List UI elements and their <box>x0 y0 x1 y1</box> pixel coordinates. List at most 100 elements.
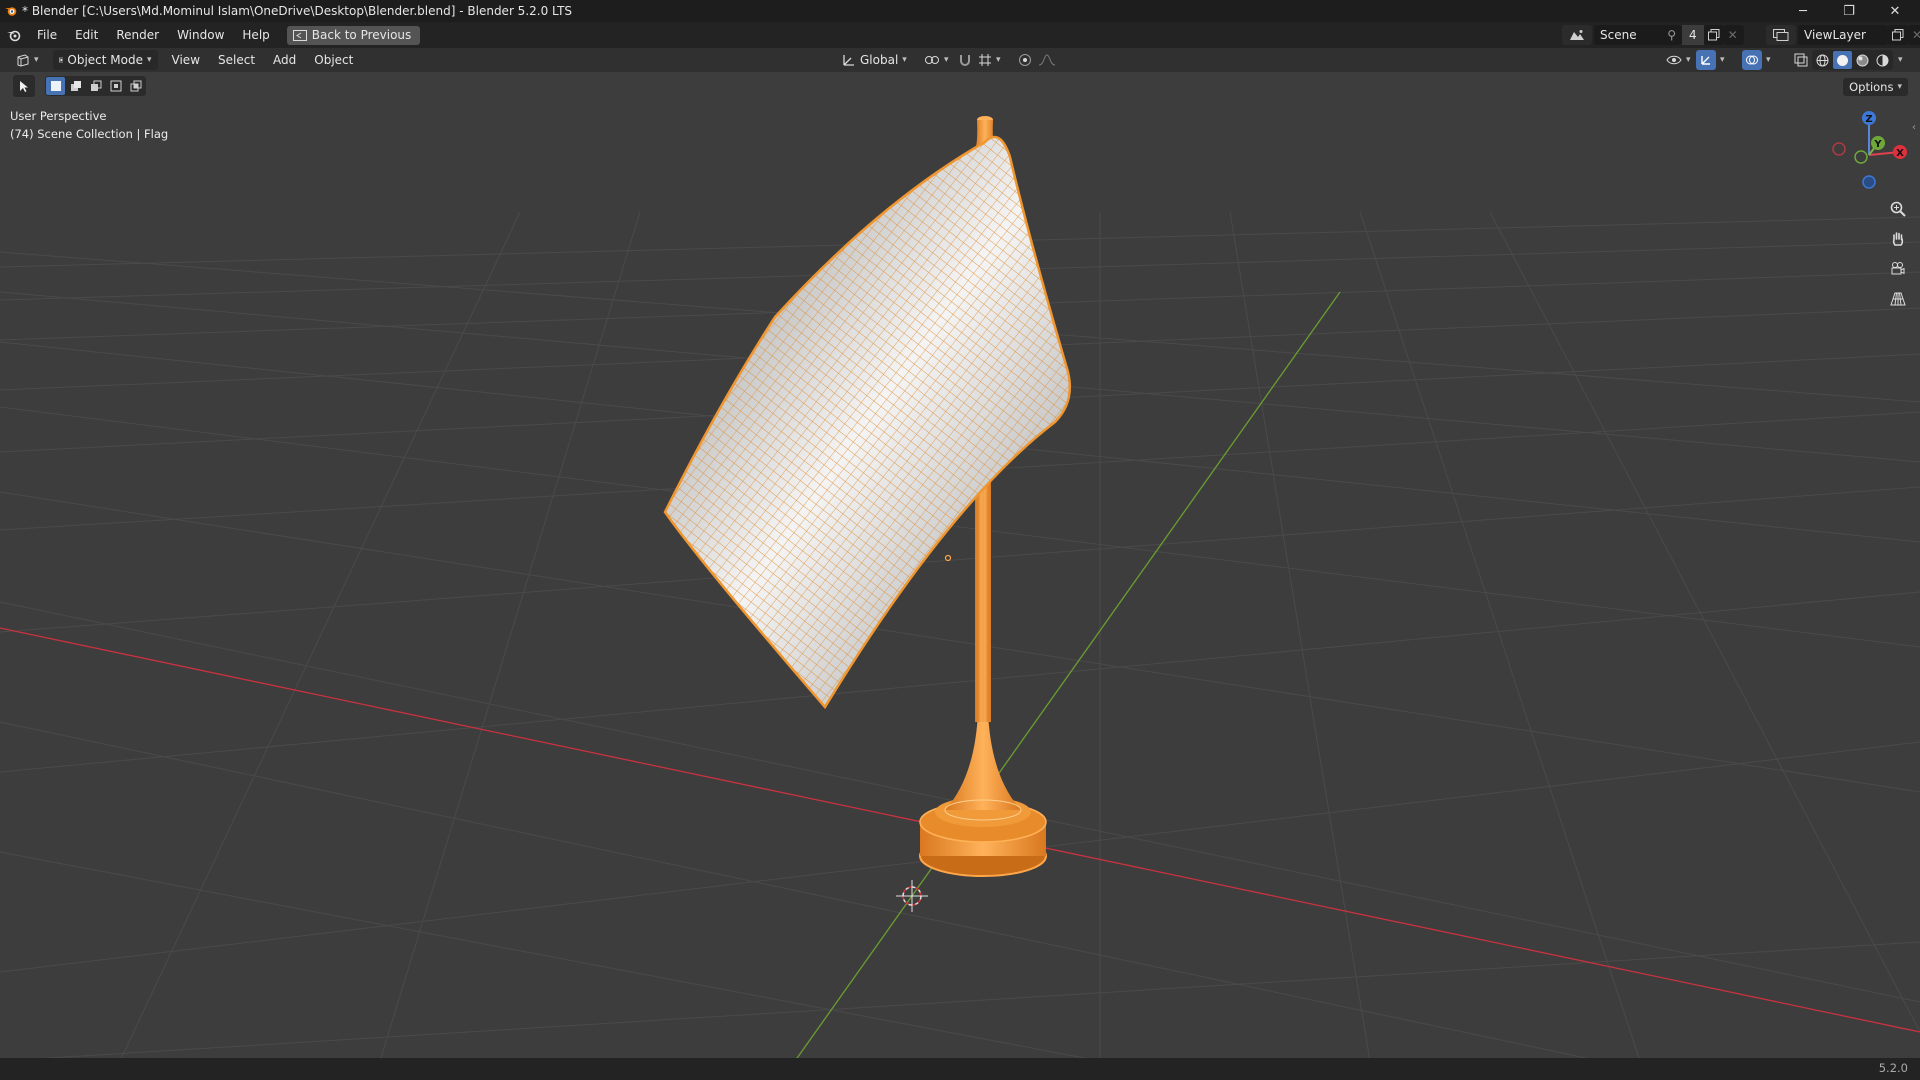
rendered-shading-button[interactable] <box>1873 51 1892 69</box>
mode-dropdown[interactable]: Object Mode ▾ <box>52 50 158 70</box>
mode-label: Object Mode <box>67 53 143 67</box>
solid-shading-button[interactable] <box>1833 51 1852 69</box>
proportional-edit-icon <box>1019 54 1031 66</box>
viewport-perspective-label: User Perspective <box>10 109 107 123</box>
version-label: 5.2.0 <box>1878 1061 1908 1075</box>
pivot-point-dropdown[interactable]: ▾ <box>918 50 955 70</box>
scene-name-field[interactable]: Scene ⚲ <box>1594 25 1682 45</box>
select-intersect-button[interactable] <box>126 77 145 95</box>
select-subtract-button[interactable] <box>86 77 105 95</box>
select-tool-button[interactable] <box>13 75 35 97</box>
select-intersect-icon <box>130 80 141 92</box>
selection-mode-group <box>45 76 146 96</box>
visibility-dropdown[interactable]: ▾ <box>1660 50 1697 70</box>
gizmo-toggle[interactable] <box>1696 50 1716 70</box>
gizmo-neg-x-handle[interactable] <box>1832 142 1846 156</box>
duplicate-icon <box>1707 29 1720 41</box>
maximize-button[interactable]: ❐ <box>1826 0 1872 22</box>
transform-orientation-dropdown[interactable]: Global ▾ <box>836 50 913 70</box>
xray-toggle[interactable] <box>1788 50 1814 70</box>
x-icon: ✕ <box>1912 28 1920 42</box>
camera-view-button[interactable] <box>1886 257 1910 281</box>
blender-logo-icon <box>0 0 22 22</box>
gizmo-dropdown-chevron-icon[interactable]: ▾ <box>1718 50 1727 70</box>
overlays-toggle[interactable] <box>1742 50 1762 70</box>
hand-icon <box>1892 232 1904 246</box>
viewport-scene <box>0 116 1920 1061</box>
3d-cursor[interactable] <box>896 880 928 912</box>
shading-dropdown-chevron-icon[interactable]: ▾ <box>1896 50 1905 70</box>
pin-icon[interactable]: ⚲ <box>1667 28 1676 42</box>
view-layer-selector: ViewLayer ✕ <box>1766 25 1920 45</box>
select-set-new-button[interactable] <box>46 77 65 95</box>
blender-menu-icon[interactable] <box>0 22 28 48</box>
menu-window[interactable]: Window <box>168 22 233 48</box>
proportional-falloff-dropdown[interactable] <box>1032 50 1062 70</box>
minimize-button[interactable]: ─ <box>1780 0 1826 22</box>
rendered-sphere-icon <box>1876 54 1889 66</box>
menu-object[interactable]: Object <box>308 50 359 70</box>
select-invert-icon <box>110 80 121 92</box>
shading-mode-group <box>1812 50 1893 70</box>
overlays-dropdown-chevron-icon[interactable]: ▾ <box>1764 50 1773 70</box>
magnet-icon <box>960 55 970 66</box>
minimize-icon: ─ <box>1799 3 1807 19</box>
wireframe-shading-button[interactable] <box>1813 51 1832 69</box>
select-new-icon <box>50 81 61 91</box>
gizmo-neg-y-handle[interactable] <box>1854 150 1868 164</box>
back-to-previous-button[interactable]: Back to Previous <box>286 25 421 45</box>
back-to-previous-label: Back to Previous <box>311 28 412 42</box>
status-bar: 5.2.0 <box>0 1058 1920 1080</box>
wireframe-sphere-icon <box>1816 54 1829 66</box>
restore-icon: ❐ <box>1843 3 1855 19</box>
perspective-toggle-button[interactable] <box>1886 287 1910 311</box>
render-layers-icon <box>1773 29 1789 41</box>
view-layer-browse-button[interactable] <box>1766 25 1796 45</box>
menu-file[interactable]: File <box>28 22 66 48</box>
gizmo-neg-z-handle[interactable] <box>1862 175 1876 189</box>
editor-type-button[interactable]: ▾ <box>10 50 45 70</box>
object-mode-icon <box>58 57 64 63</box>
options-dropdown[interactable]: Options ▾ <box>1843 78 1908 96</box>
zoom-view-button[interactable] <box>1886 197 1910 221</box>
gizmo-z-label: Z <box>1865 114 1872 125</box>
menu-edit[interactable]: Edit <box>66 22 107 48</box>
gizmo-x-label: X <box>1896 148 1904 159</box>
chevron-down-icon: ▾ <box>1897 82 1902 92</box>
navigation-gizmo[interactable]: Z X Y <box>1828 108 1920 194</box>
new-scene-button[interactable] <box>1703 25 1724 45</box>
options-label: Options <box>1849 80 1894 94</box>
orientation-label: Global <box>860 53 899 67</box>
snap-increment-icon <box>979 54 991 66</box>
menu-help[interactable]: Help <box>233 22 278 48</box>
material-shading-button[interactable] <box>1853 51 1872 69</box>
menu-render[interactable]: Render <box>107 22 168 48</box>
delete-scene-button[interactable]: ✕ <box>1723 25 1744 45</box>
close-icon: ✕ <box>1889 3 1901 19</box>
view-layer-field[interactable]: ViewLayer <box>1798 25 1888 45</box>
eye-icon <box>1666 55 1682 65</box>
select-subtract-icon <box>90 80 101 91</box>
pan-view-button[interactable] <box>1886 227 1910 251</box>
xray-icon <box>1794 53 1808 67</box>
menu-view[interactable]: View <box>166 50 206 70</box>
chevron-down-icon: ▾ <box>944 55 949 65</box>
chevron-down-icon: ▾ <box>1686 55 1691 65</box>
material-sphere-icon <box>1856 54 1869 66</box>
delete-view-layer-button[interactable]: ✕ <box>1908 25 1920 45</box>
close-button[interactable]: ✕ <box>1872 0 1918 22</box>
chevron-down-icon: ▾ <box>996 55 1001 65</box>
3d-viewport[interactable] <box>0 72 1920 1061</box>
menu-add[interactable]: Add <box>267 50 302 70</box>
snap-target-dropdown[interactable]: ▾ <box>972 50 1007 70</box>
scene-browse-button[interactable] <box>1562 25 1592 45</box>
select-invert-button[interactable] <box>106 77 125 95</box>
chevron-down-icon: ▾ <box>147 55 152 65</box>
overlays-icon <box>1746 55 1758 65</box>
menu-select[interactable]: Select <box>212 50 261 70</box>
select-extend-button[interactable] <box>66 77 85 95</box>
new-view-layer-button[interactable] <box>1888 25 1908 45</box>
flag-cloth-object[interactable] <box>663 135 1072 710</box>
gizmo-y-label: Y <box>1873 139 1882 150</box>
solid-sphere-icon <box>1837 54 1848 66</box>
